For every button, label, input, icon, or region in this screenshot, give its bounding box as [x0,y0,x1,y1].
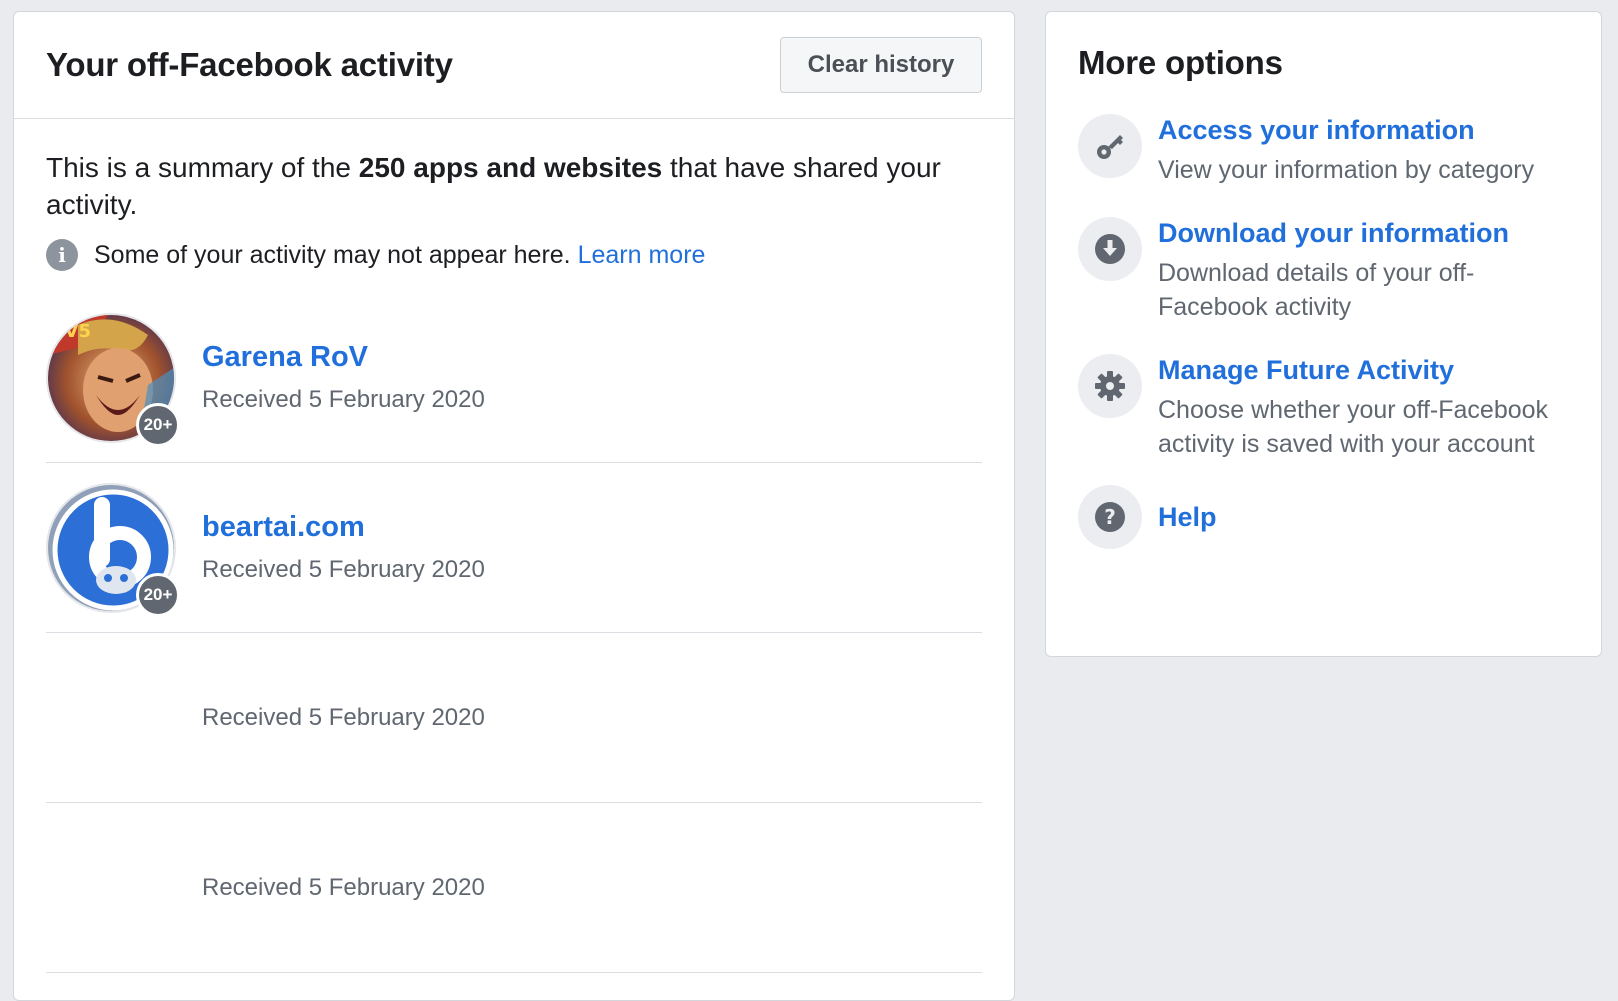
list-item[interactable]: 5V5 20+ Garena RoV Received 5 February 2… [46,293,982,463]
option-manage-future-activity[interactable]: Manage Future Activity Choose whether yo… [1046,354,1601,461]
option-description: Download details of your off-Facebook ac… [1158,259,1475,321]
panel-header: Your off-Facebook activity Clear history [14,12,1014,119]
activity-list: 5V5 20+ Garena RoV Received 5 February 2… [46,293,982,973]
manage-future-activity-link[interactable]: Manage Future Activity [1158,354,1569,386]
option-download-information[interactable]: Download your information Download detai… [1046,217,1601,324]
off-facebook-activity-panel: Your off-Facebook activity Clear history… [13,11,1015,1001]
app-avatar[interactable] [46,823,176,953]
received-date: Received 5 February 2020 [202,873,485,901]
item-text: Received 5 February 2020 [202,704,485,732]
list-item[interactable]: Received 5 February 2020 [46,633,982,803]
app-avatar[interactable]: 20+ [46,482,180,617]
key-icon [1078,114,1142,178]
option-access-information[interactable]: Access your information View your inform… [1046,114,1601,187]
placeholder-avatar [46,823,176,953]
option-text: Manage Future Activity Choose whether yo… [1158,354,1569,461]
received-date: Received 5 February 2020 [202,703,485,731]
notice-text: Some of your activity may not appear her… [94,240,578,269]
option-text: Access your information View your inform… [1158,114,1534,187]
summary-prefix: This is a summary of the [46,152,359,183]
clear-history-button[interactable]: Clear history [780,37,982,93]
summary-count: 250 apps and websites [358,152,663,183]
option-text: Help [1158,501,1217,533]
app-avatar[interactable]: 5V5 20+ [46,312,180,447]
activity-notice: i Some of your activity may not appear h… [46,239,982,271]
more-options-panel: More options Access your information Vie… [1045,11,1602,657]
gear-icon [1078,354,1142,418]
panel-body: This is a summary of the 250 apps and we… [14,119,1014,973]
option-description: Choose whether your off-Facebook activit… [1158,396,1549,458]
help-link[interactable]: Help [1158,501,1217,533]
info-icon: i [46,239,78,271]
svg-text:5V5: 5V5 [52,321,91,342]
page-title: Your off-Facebook activity [46,46,453,83]
access-information-link[interactable]: Access your information [1158,114,1534,146]
more-options-title: More options [1078,44,1283,81]
app-avatar[interactable] [46,653,176,783]
learn-more-link[interactable]: Learn more [578,241,706,270]
list-item[interactable]: Received 5 February 2020 [46,803,982,973]
option-help[interactable]: ? Help [1046,485,1601,549]
option-text: Download your information Download detai… [1158,217,1569,324]
received-date: Received 5 February 2020 [202,556,485,583]
placeholder-avatar [46,653,176,783]
app-name-link[interactable]: Garena RoV [202,341,485,374]
app-name-link[interactable]: beartai.com [202,511,485,544]
help-icon: ? [1078,485,1142,549]
item-text: beartai.com Received 5 February 2020 [202,511,485,584]
activity-count-badge: 20+ [136,572,180,617]
option-description: View your information by category [1158,156,1535,184]
svg-text:?: ? [1104,505,1116,529]
activity-count-badge: 20+ [136,402,180,447]
download-information-link[interactable]: Download your information [1158,217,1569,249]
download-icon [1078,217,1142,281]
list-item[interactable]: 20+ beartai.com Received 5 February 2020 [46,463,982,633]
item-text: Received 5 February 2020 [202,874,485,902]
activity-summary: This is a summary of the 250 apps and we… [46,149,982,223]
received-date: Received 5 February 2020 [202,386,485,413]
side-header: More options [1046,12,1601,82]
item-text: Garena RoV Received 5 February 2020 [202,341,485,414]
